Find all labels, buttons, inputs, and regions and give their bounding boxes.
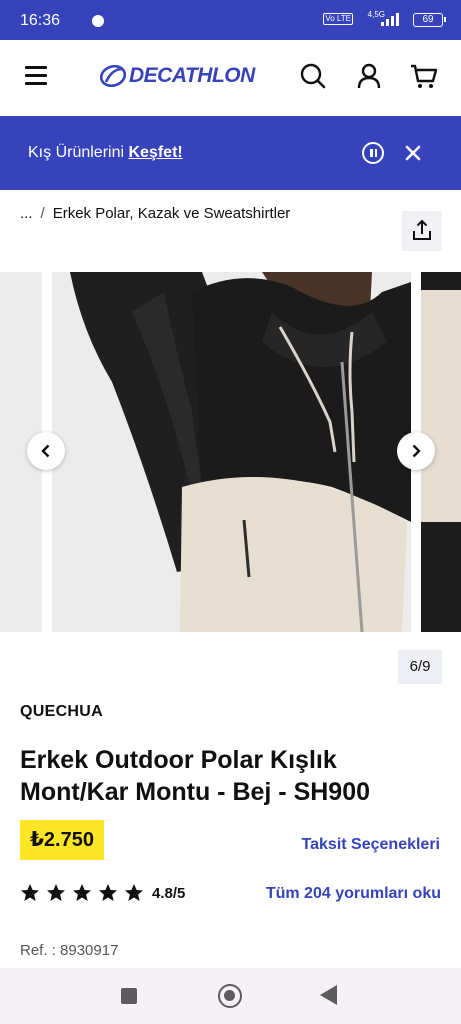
image-counter: 6/9 (398, 650, 442, 684)
pause-icon[interactable] (362, 142, 384, 164)
product-brand[interactable]: QUECHUA (20, 703, 103, 721)
gallery-prev-button[interactable] (27, 432, 65, 470)
close-icon[interactable] (404, 144, 422, 162)
account-icon[interactable] (354, 61, 384, 91)
chevron-right-icon (412, 444, 421, 458)
signal-icon (381, 12, 399, 26)
share-button[interactable] (402, 211, 442, 251)
installment-options-link[interactable]: Taksit Seçenekleri (302, 836, 440, 854)
product-reference: Ref. : 8930917 (20, 942, 119, 959)
promo-banner: Kış Ürünlerini Keşfet! (0, 116, 461, 190)
notification-dot-icon (92, 15, 104, 27)
star-icon (99, 884, 117, 901)
read-all-reviews-link[interactable]: Tüm 204 yorumları oku (266, 885, 441, 903)
system-navigation-bar (0, 968, 461, 1024)
home-icon[interactable] (218, 984, 242, 1008)
status-bar: 16:36 Vo LTE 4,5G 69 (0, 0, 461, 40)
chevron-left-icon (41, 444, 50, 458)
promo-label: Kış Ürünlerini (28, 144, 129, 161)
star-icon (73, 884, 91, 901)
status-time: 16:36 (20, 12, 61, 29)
product-image[interactable] (52, 272, 411, 632)
site-header: DECATHLON (0, 40, 461, 116)
decathlon-logo[interactable]: DECATHLON (100, 64, 255, 88)
search-icon[interactable] (298, 61, 328, 91)
menu-icon[interactable] (25, 66, 47, 85)
product-image-gallery[interactable] (0, 272, 461, 632)
logo-text: DECATHLON (129, 64, 255, 87)
breadcrumb: ... / Erkek Polar, Kazak ve Sweatshirtler (20, 205, 290, 222)
recents-icon[interactable] (121, 988, 137, 1004)
breadcrumb-separator: / (40, 205, 45, 222)
battery-icon: 69 (413, 13, 446, 27)
promo-discover-link[interactable]: Keşfet! (128, 144, 182, 161)
breadcrumb-ellipsis[interactable]: ... (20, 205, 33, 222)
breadcrumb-current[interactable]: Erkek Polar, Kazak ve Sweatshirtler (53, 205, 291, 222)
jacket-photo (52, 272, 411, 632)
share-icon (413, 219, 431, 240)
star-icon (47, 884, 65, 901)
back-icon[interactable] (320, 985, 337, 1005)
volte-indicator: Vo LTE (323, 13, 353, 25)
product-price: ₺2.750 (20, 820, 104, 860)
cart-icon[interactable] (409, 61, 439, 91)
star-icon (21, 884, 39, 901)
promo-text: Kış Ürünlerini Keşfet! (28, 144, 183, 162)
gallery-next-button[interactable] (397, 432, 435, 470)
product-title: Erkek Outdoor Polar Kışlık Mont/Kar Mont… (20, 746, 371, 806)
rating-value: 4.8/5 (152, 884, 186, 902)
rating-stars[interactable]: 4.8/5 (20, 883, 185, 903)
decathlon-logo-mark-icon (100, 65, 126, 87)
star-icon (125, 884, 143, 901)
